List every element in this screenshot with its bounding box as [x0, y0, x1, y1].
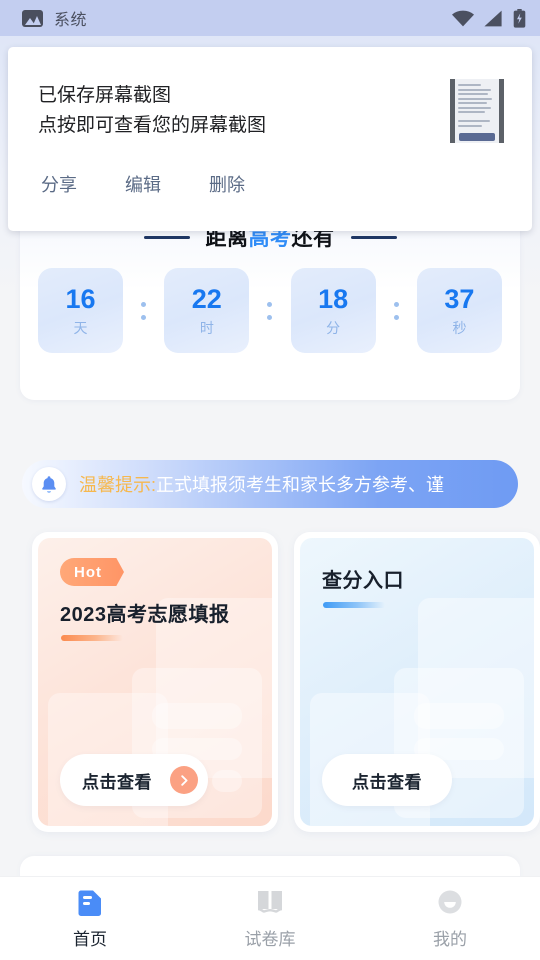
status-bar-right: [451, 8, 526, 28]
book-icon: [255, 887, 285, 917]
countdown-unit-minutes: 18 分: [290, 268, 376, 353]
hot-badge: Hot: [60, 558, 124, 586]
countdown-seconds-label: 秒: [452, 320, 467, 336]
card-score-lookup[interactable]: 查分入口 点击查看: [294, 532, 540, 832]
countdown-units: 16 天 22 时 18 分 37 秒: [38, 268, 502, 353]
view-button-label: 点击查看: [82, 772, 152, 792]
delete-action[interactable]: 删除: [204, 167, 250, 201]
notification-actions: 分享 编辑 删除: [36, 167, 250, 201]
status-bar-left: 系统: [22, 6, 87, 30]
nav-label-papers: 试卷库: [244, 930, 296, 949]
notification-title: 已保存屏幕截图: [38, 85, 172, 106]
nav-label-home: 首页: [73, 930, 107, 949]
image-icon: [22, 9, 43, 27]
status-bar: 系统: [0, 0, 540, 36]
screenshot-thumbnail[interactable]: [450, 79, 504, 143]
decor-shape: [152, 703, 242, 729]
bell-icon: [32, 467, 66, 501]
countdown-separator: [267, 301, 273, 320]
nav-item-home[interactable]: 首页: [0, 887, 180, 950]
notification-text: 已保存屏幕截图 点按即可查看您的屏幕截图: [38, 81, 266, 141]
thumbnail-content: [455, 79, 499, 127]
countdown-hours-value: 22: [191, 284, 222, 314]
notification-subtitle: 点按即可查看您的屏幕截图: [38, 115, 267, 136]
status-bar-app-label: 系统: [54, 12, 88, 29]
countdown-minutes-value: 18: [318, 284, 349, 314]
nav-item-papers[interactable]: 试卷库: [180, 887, 360, 950]
profile-icon: [435, 887, 465, 917]
bottom-navigation: 首页 试卷库 我的: [0, 876, 540, 960]
notice-keyword: 温馨提示:: [79, 475, 157, 495]
card-gaokao-volunteer[interactable]: Hot 2023高考志愿填报 点击查看: [32, 532, 278, 832]
battery-charging-icon: [513, 8, 526, 28]
title-dash-left: [143, 235, 190, 239]
notice-body: 正式填报须考生和家长多方参考、谨: [156, 475, 445, 495]
countdown-hours-label: 时: [199, 320, 214, 336]
accent-underline: [61, 635, 123, 641]
countdown-seconds-value: 37: [444, 284, 475, 314]
view-button-volunteer[interactable]: 点击查看: [60, 754, 208, 806]
cellular-signal-icon: [483, 10, 503, 27]
edit-action[interactable]: 编辑: [120, 167, 166, 201]
view-button-score[interactable]: 点击查看: [322, 754, 452, 806]
countdown-days-value: 16: [65, 284, 96, 314]
countdown-separator: [141, 301, 147, 320]
card-title-score: 查分入口: [322, 570, 404, 592]
nav-item-profile[interactable]: 我的: [360, 887, 540, 950]
card-surface: 查分入口 点击查看: [300, 538, 534, 826]
countdown-unit-days: 16 天: [38, 268, 123, 353]
card-title-volunteer: 2023高考志愿填报: [60, 604, 230, 626]
countdown-unit-seconds: 37 秒: [416, 268, 502, 353]
notice-message: 温馨提示:正式填报须考生和家长多方参考、谨: [79, 471, 444, 497]
entry-card-row: Hot 2023高考志愿填报 点击查看 查分入口 点击查看: [0, 532, 540, 832]
countdown-minutes-label: 分: [326, 320, 341, 336]
countdown-unit-hours: 22 时: [164, 268, 250, 353]
nav-label-profile: 我的: [433, 930, 467, 949]
countdown-days-label: 天: [73, 320, 88, 336]
share-action[interactable]: 分享: [36, 167, 82, 201]
phone-screen: 距离高考还有 16 天 22 时 18 分 37 秒 温馨提示:正式填报须考生和…: [0, 0, 540, 960]
countdown-separator: [393, 301, 399, 320]
thumbnail-button-shape: [459, 132, 495, 141]
chevron-right-icon: [170, 766, 198, 794]
document-icon: [75, 887, 105, 917]
decor-shape: [212, 770, 242, 792]
screenshot-notification[interactable]: 已保存屏幕截图 点按即可查看您的屏幕截图 分享 编辑 删除: [8, 47, 532, 231]
card-surface: Hot 2023高考志愿填报 点击查看: [38, 538, 272, 826]
title-dash-right: [350, 235, 397, 239]
wifi-icon: [451, 10, 474, 27]
accent-underline: [323, 602, 385, 608]
view-button-label: 点击查看: [352, 772, 422, 792]
decor-shape: [414, 703, 504, 729]
notice-banner[interactable]: 温馨提示:正式填报须考生和家长多方参考、谨: [22, 460, 518, 508]
